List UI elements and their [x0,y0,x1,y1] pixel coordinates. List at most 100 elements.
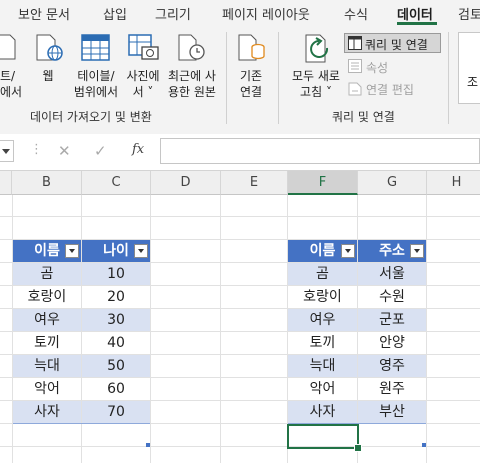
cancel-icon[interactable]: ✕ [58,142,71,160]
queries-connections-button[interactable]: 쿼리 및 연결 [344,33,441,53]
table-cell[interactable]: 50 [82,355,150,377]
column-header-c[interactable]: C [82,171,151,195]
existing-connections-icon [238,34,265,61]
table-cell[interactable]: 부산 [358,401,426,423]
column-header-h[interactable]: H [427,171,480,195]
edit-links-icon [348,82,362,96]
table-cell[interactable]: 여우 [288,309,357,331]
picture-camera-icon [128,34,159,60]
table-cell[interactable]: 60 [82,378,150,400]
formula-bar-grip-icon: ⋮ [30,142,43,157]
table-cell[interactable]: 군포 [358,309,426,331]
table-icon [81,34,110,61]
text-file-icon [0,34,16,60]
recent-clock-icon [178,34,205,61]
from-table-label-2: 범위에서 [73,85,119,99]
table2-header-name[interactable]: 이름 [288,240,357,262]
table-cell[interactable]: 영주 [358,355,426,377]
filter-dropdown-icon[interactable] [341,244,355,258]
table-cell[interactable]: 여우 [13,309,81,331]
table1-header-age[interactable]: 나이 [82,240,150,262]
fill-handle[interactable] [354,444,362,452]
formula-bar: ⋮ ✕ ✓ fx [0,134,480,171]
table-cell[interactable]: 사자 [288,401,357,423]
table-cell[interactable]: 10 [82,263,150,285]
table-cell[interactable]: 호랑이 [288,286,357,308]
recent-sources-label-2: 용한 원본 [168,85,216,99]
column-header-d[interactable]: D [151,171,221,195]
table-cell[interactable]: 곰 [288,263,357,285]
data-types-label: 조 [467,75,479,89]
from-web-label: 웹 [42,69,54,83]
existing-connections-label-2: 연결 [239,85,263,99]
table-cell[interactable]: 악어 [13,378,81,400]
queries-pane-icon [348,36,362,50]
refresh-icon [305,34,329,63]
table-cell[interactable]: 곰 [13,263,81,285]
formula-input[interactable] [160,138,480,164]
refresh-all-label-1: 모두 새로 [292,69,340,83]
table-cell[interactable]: 악어 [288,378,357,400]
column-header-g[interactable]: G [358,171,427,195]
properties-label: 속성 [366,61,389,75]
table-cell[interactable]: 서울 [358,263,426,285]
ribbon: 트/ 에서 웹 테이블/ 범위에서 사진에 서 ˅ 최근에 사 용한 원본 기존… [0,26,480,135]
ribbon-separator [226,32,227,124]
table-cell[interactable]: 사자 [13,401,81,423]
properties-icon [348,59,362,73]
tab-insert[interactable]: 삽입 [103,4,127,23]
table-cell[interactable]: 40 [82,332,150,354]
edit-links-label: 연결 편집 [366,83,414,97]
tab-page-layout[interactable]: 페이지 레이아웃 [222,4,310,23]
column-header-b[interactable]: B [12,171,82,195]
tab-draw[interactable]: 그리기 [155,4,191,23]
name-box-dropdown-icon [2,149,10,154]
filter-dropdown-icon[interactable] [410,244,424,258]
group-label-get-transform: 데이터 가져오기 및 변환 [30,110,152,124]
filter-dropdown-icon[interactable] [65,244,79,258]
data-types-gallery[interactable]: 조 [458,32,480,104]
filter-dropdown-icon[interactable] [134,244,148,258]
table-cell[interactable]: 수원 [358,286,426,308]
table-cell[interactable]: 토끼 [288,332,357,354]
table-cell[interactable]: 토끼 [13,332,81,354]
insert-function-icon[interactable]: fx [132,142,144,157]
tab-review[interactable]: 검토 [458,4,480,23]
table-cell[interactable]: 70 [82,401,150,423]
table-cell[interactable]: 원주 [358,378,426,400]
table-cell[interactable]: 안양 [358,332,426,354]
ribbon-separator [278,32,279,124]
row-header-stub [0,171,12,195]
recent-sources-label-1: 최근에 사 [168,69,216,83]
refresh-all-label-2: 고침 ˅ [300,85,332,99]
existing-connections-label-1: 기존 [239,69,263,83]
table-cell[interactable]: 늑대 [13,355,81,377]
tab-formulas[interactable]: 수식 [344,4,368,23]
active-tab-indicator [397,22,437,25]
active-cell-selection[interactable] [287,424,359,449]
table-resize-handle[interactable] [146,443,150,447]
table-cell[interactable]: 호랑이 [13,286,81,308]
table1-header-name[interactable]: 이름 [13,240,81,262]
table-cell[interactable]: 20 [82,286,150,308]
tab-data[interactable]: 데이터 [397,4,433,23]
from-table-label-1: 테이블/ [77,69,115,83]
column-header-f[interactable]: F [288,171,358,195]
tab-protect-document[interactable]: 보안 문서 [18,4,70,23]
ribbon-tab-bar: 보안 문서 삽입 그리기 페이지 레이아웃 수식 데이터 검토 [0,0,480,26]
worksheet-grid[interactable]: B C D E F G H 이름 나이 곰 10 호랑이 20 여우 30 토끼… [0,171,480,463]
name-box[interactable] [0,140,14,162]
from-picture-label-1: 사진에 [126,69,160,83]
column-header-e[interactable]: E [221,171,288,195]
enter-icon[interactable]: ✓ [94,142,107,160]
table2-header-address[interactable]: 주소 [358,240,426,262]
from-text-label-2: 에서 [0,85,23,99]
from-picture-label-2: 서 ˅ [132,85,154,99]
from-text-label-1: 트/ [0,69,16,83]
table-cell[interactable]: 늑대 [288,355,357,377]
web-globe-icon [36,34,63,61]
ribbon-separator [448,32,449,124]
group-label-queries-connections: 쿼리 및 연결 [332,110,395,124]
table-cell[interactable]: 30 [82,309,150,331]
table-resize-handle[interactable] [422,443,426,447]
